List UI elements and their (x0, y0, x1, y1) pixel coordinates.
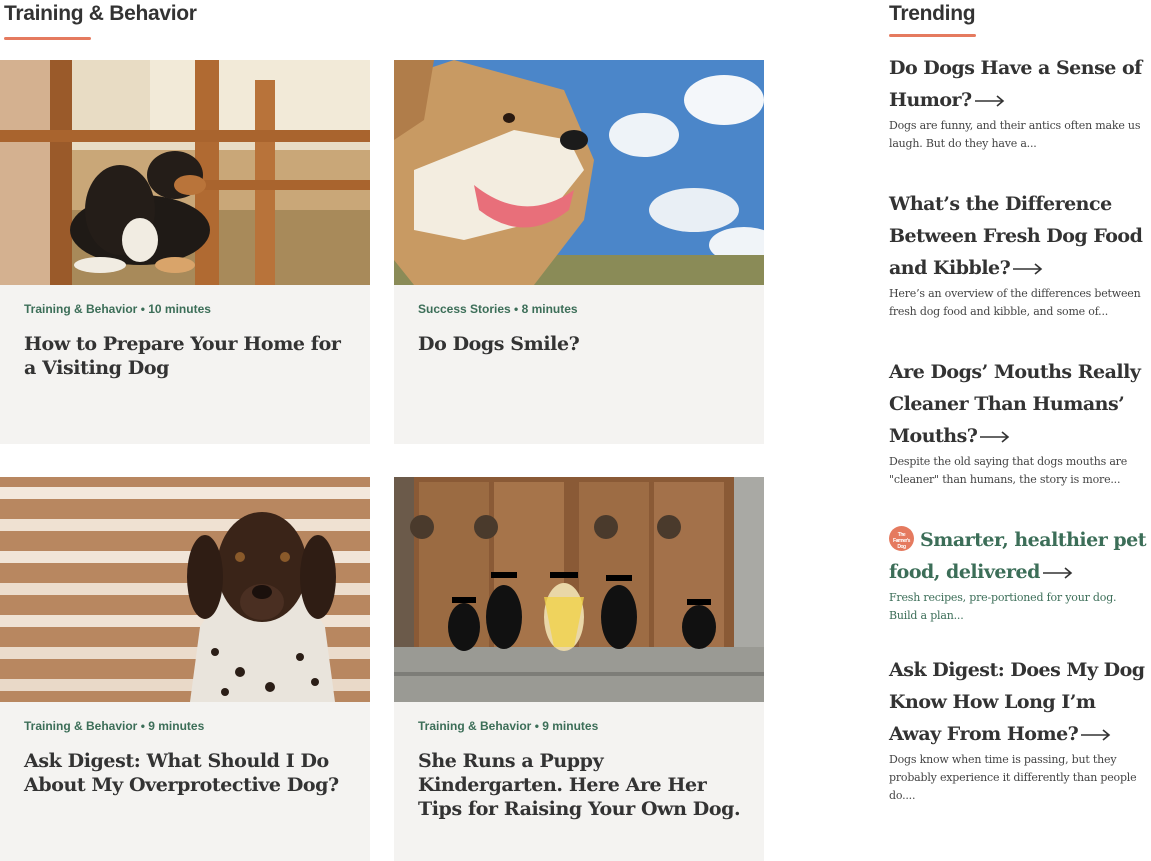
trending-headline[interactable]: What’s the Difference Between Fresh Dog … (889, 188, 1147, 284)
trending-description: Dogs know when time is passing, but they… (889, 753, 1137, 802)
arrow-right-icon (980, 431, 1010, 443)
arrow-right-icon (974, 95, 1004, 107)
trending-item[interactable]: What’s the Difference Between Fresh Dog … (889, 188, 1147, 321)
article-image[interactable] (394, 60, 764, 285)
trending-item[interactable]: Are Dogs’ Mouths Really Cleaner Than Hum… (889, 356, 1147, 489)
article-meta: Training & Behavior • 9 minutes (24, 719, 205, 733)
article-card[interactable]: Success Stories • 8 minutes Do Dogs Smil… (394, 60, 764, 444)
article-meta: Training & Behavior • 10 minutes (24, 302, 211, 316)
article-headline[interactable]: Ask Digest: What Should I Do About My Ov… (24, 749, 354, 797)
article-card[interactable]: Training & Behavior • 10 minutes How to … (0, 60, 370, 444)
promo-item[interactable]: The Farmer's Dog Smarter, healthier pet f… (889, 524, 1147, 625)
section-title-underline (4, 37, 91, 40)
article-meta: Success Stories • 8 minutes (418, 302, 578, 316)
article-image[interactable] (0, 477, 370, 702)
trending-description: Despite the old saying that dogs mouths … (889, 455, 1128, 486)
trending-title-underline (889, 34, 976, 37)
article-image[interactable] (0, 60, 370, 285)
trending-item[interactable]: Do Dogs Have a Sense of Humor? Dogs are … (889, 52, 1147, 153)
trending-title: Trending (889, 2, 976, 25)
article-headline[interactable]: Do Dogs Smile? (418, 332, 748, 356)
trending-description: Here’s an overview of the differences be… (889, 287, 1141, 318)
article-card[interactable]: Training & Behavior • 9 minutes Ask Dige… (0, 477, 370, 861)
arrow-right-icon (1013, 263, 1043, 275)
section-title: Training & Behavior (4, 2, 197, 25)
arrow-right-icon (1081, 729, 1111, 741)
trending-item[interactable]: Ask Digest: Does My Dog Know How Long I’… (889, 654, 1147, 805)
trending-headline[interactable]: Do Dogs Have a Sense of Humor? (889, 52, 1147, 116)
article-image[interactable] (394, 477, 764, 702)
article-meta: Training & Behavior • 9 minutes (418, 719, 599, 733)
promo-headline[interactable]: The Farmer's Dog Smarter, healthier pet f… (889, 524, 1147, 588)
trending-description: Dogs are funny, and their antics often m… (889, 119, 1141, 150)
trending-headline[interactable]: Are Dogs’ Mouths Really Cleaner Than Hum… (889, 356, 1147, 452)
article-headline[interactable]: How to Prepare Your Home for a Visiting … (24, 332, 354, 380)
farmers-dog-logo: The Farmer's Dog (889, 525, 914, 551)
arrow-right-icon (1042, 567, 1073, 579)
article-card[interactable]: Training & Behavior • 9 minutes She Runs… (394, 477, 764, 861)
trending-headline[interactable]: Ask Digest: Does My Dog Know How Long I’… (889, 654, 1147, 750)
promo-description: Fresh recipes, pre-portioned for your do… (889, 591, 1117, 622)
article-headline[interactable]: She Runs a Puppy Kindergarten. Here Are … (418, 749, 748, 821)
